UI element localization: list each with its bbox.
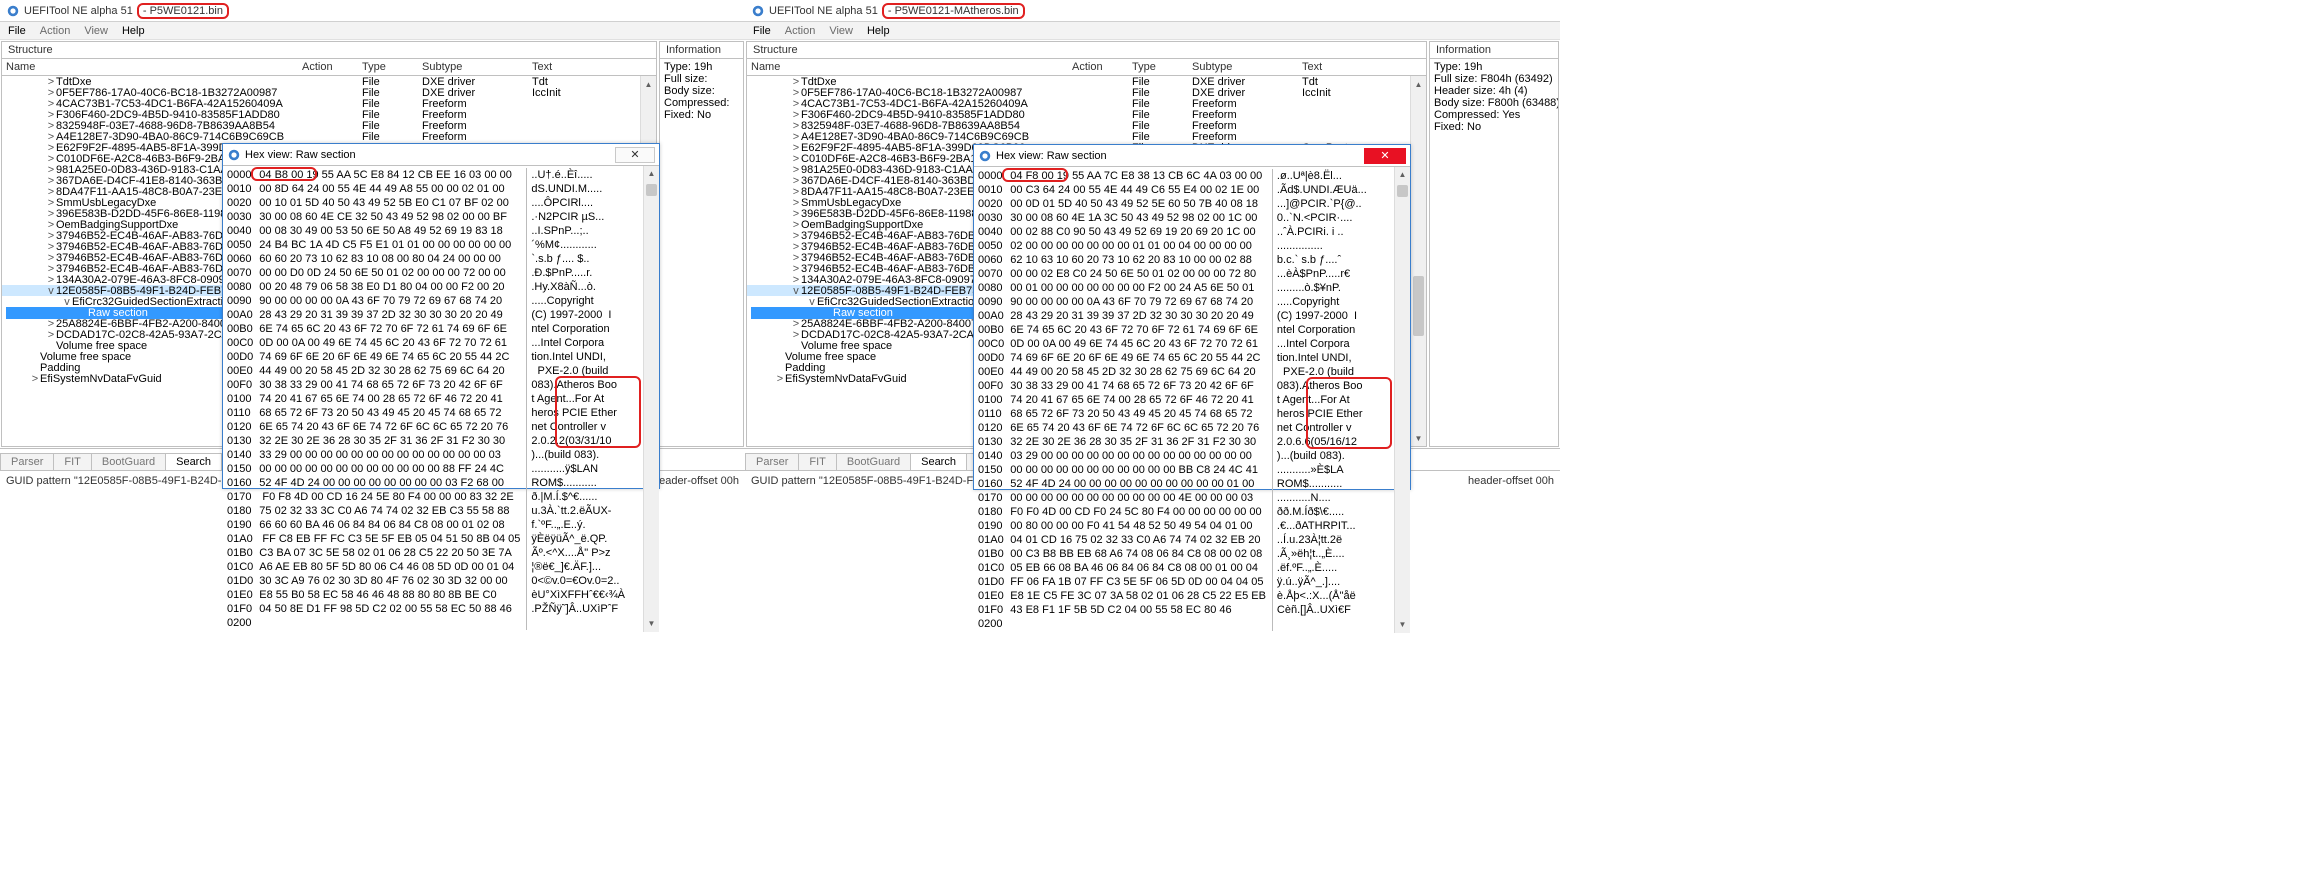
scroll-thumb[interactable]	[1413, 276, 1424, 336]
col-name[interactable]: Name	[6, 61, 302, 73]
hex-bytes[interactable]: 04 B8 00 19 55 AA 5C E8 84 12 CB EE 16 0…	[253, 168, 526, 630]
tree-row[interactable]: >F306F460-2DC9-4B5D-9410-83585F1ADD80Fil…	[2, 109, 656, 120]
info-header: Information	[1430, 42, 1558, 59]
menu-view[interactable]: View	[829, 25, 853, 37]
hex-scrollbar[interactable]: ▲ ▼	[1394, 167, 1410, 633]
scroll-down-icon[interactable]: ▼	[644, 616, 659, 632]
scroll-up-icon[interactable]: ▲	[641, 76, 656, 92]
scroll-thumb[interactable]	[646, 184, 657, 196]
titlebar[interactable]: UEFITool NE alpha 51 - P5WE0121-MAtheros…	[745, 0, 1560, 22]
tab-parser[interactable]: Parser	[0, 453, 54, 470]
title-file: - P5WE0121-MAtheros.bin	[882, 3, 1025, 19]
app-icon	[6, 4, 20, 18]
hex-offsets: 0000 0010 0020 0030 0040 0050 0060 0070 …	[978, 169, 1004, 631]
hex-title: Hex view: Raw section	[996, 150, 1107, 162]
titlebar[interactable]: UEFITool NE alpha 51 - P5WE0121.bin	[0, 0, 745, 22]
menu-action[interactable]: Action	[785, 25, 816, 37]
hex-body[interactable]: 0000 0010 0020 0030 0040 0050 0060 0070 …	[974, 167, 1410, 633]
menu-action[interactable]: Action	[40, 25, 71, 37]
hex-highlight-bytes	[251, 167, 317, 181]
menu-file[interactable]: File	[753, 25, 771, 37]
col-action[interactable]: Action	[302, 61, 362, 73]
close-icon[interactable]: ✕	[615, 147, 655, 163]
hex-highlight-ascii	[555, 376, 641, 448]
menu-help[interactable]: Help	[122, 25, 145, 37]
tree-row[interactable]: >TdtDxeFileDXE driverTdt	[747, 76, 1426, 87]
col-type[interactable]: Type	[362, 61, 422, 73]
tab-parser[interactable]: Parser	[745, 453, 799, 470]
hex-icon	[227, 148, 241, 162]
title-prefix: UEFITool NE alpha 51	[769, 5, 878, 17]
info-panel: Information Type: 19h Full size: Body si…	[659, 41, 744, 447]
hex-body[interactable]: 0000 0010 0020 0030 0040 0050 0060 0070 …	[223, 166, 659, 632]
hex-offsets: 0000 0010 0020 0030 0040 0050 0060 0070 …	[227, 168, 253, 630]
tree-row[interactable]: >TdtDxeFileDXE driverTdt	[2, 76, 656, 87]
menu-help[interactable]: Help	[867, 25, 890, 37]
structure-header: Structure	[2, 42, 656, 59]
info-panel: Information Type: 19h Full size: F804h (…	[1429, 41, 1559, 447]
tab-bootguard[interactable]: BootGuard	[836, 453, 911, 470]
title-file: - P5WE0121.bin	[137, 3, 229, 19]
hex-title: Hex view: Raw section	[245, 149, 356, 161]
menubar: File Action View Help	[0, 22, 745, 40]
col-text[interactable]: Text	[1302, 61, 1422, 73]
hex-scrollbar[interactable]: ▲ ▼	[643, 166, 659, 632]
info-header: Information	[660, 42, 743, 59]
tree-row[interactable]: >8325948F-03E7-4688-96D8-7B8639AA8B54Fil…	[747, 120, 1426, 131]
tree-row[interactable]: >A4E128E7-3D90-4BA0-86C9-714C6B9C69CBFil…	[2, 131, 656, 142]
tree-header: Name Action Type Subtype Text	[2, 59, 656, 76]
tree-header: Name Action Type Subtype Text	[747, 59, 1426, 76]
info-body: Type: 19h Full size: F804h (63492) Heade…	[1430, 59, 1558, 135]
col-action[interactable]: Action	[1072, 61, 1132, 73]
scroll-up-icon[interactable]: ▲	[644, 166, 659, 182]
info-body: Type: 19h Full size: Body size: Compress…	[660, 59, 743, 123]
scroll-up-icon[interactable]: ▲	[1395, 167, 1410, 183]
status-right: header-offset 00h	[1468, 475, 1554, 487]
tree-row[interactable]: >0F5EF786-17A0-40C6-BC18-1B3272A00987Fil…	[2, 87, 656, 98]
tree-row[interactable]: >0F5EF786-17A0-40C6-BC18-1B3272A00987Fil…	[747, 87, 1426, 98]
tree-row[interactable]: >4CAC73B1-7C53-4DC1-B6FA-42A15260409AFil…	[2, 98, 656, 109]
hex-window-right[interactable]: Hex view: Raw section ✕ 0000 0010 0020 0…	[973, 144, 1411, 490]
structure-header: Structure	[747, 42, 1426, 59]
hex-highlight-ascii	[1306, 377, 1392, 449]
scroll-thumb[interactable]	[1397, 185, 1408, 197]
col-text[interactable]: Text	[532, 61, 652, 73]
tree-row[interactable]: >F306F460-2DC9-4B5D-9410-83585F1ADD80Fil…	[747, 109, 1426, 120]
tab-search[interactable]: Search	[910, 453, 967, 470]
menu-file[interactable]: File	[8, 25, 26, 37]
status-right: header-offset 00h	[653, 475, 739, 487]
scroll-down-icon[interactable]: ▼	[1395, 617, 1410, 633]
app-icon	[751, 4, 765, 18]
hex-titlebar[interactable]: Hex view: Raw section ✕	[974, 145, 1410, 167]
tree-row[interactable]: >8325948F-03E7-4688-96D8-7B8639AA8B54Fil…	[2, 120, 656, 131]
hex-icon	[978, 149, 992, 163]
tab-bootguard[interactable]: BootGuard	[91, 453, 166, 470]
scroll-down-icon[interactable]: ▼	[1411, 430, 1426, 446]
scroll-up-icon[interactable]: ▲	[1411, 76, 1426, 92]
col-subtype[interactable]: Subtype	[422, 61, 532, 73]
col-type[interactable]: Type	[1132, 61, 1192, 73]
tab-search[interactable]: Search	[165, 453, 222, 470]
tab-fit[interactable]: FIT	[798, 453, 837, 470]
tree-row[interactable]: >A4E128E7-3D90-4BA0-86C9-714C6B9C69CBFil…	[747, 131, 1426, 142]
menu-view[interactable]: View	[84, 25, 108, 37]
col-name[interactable]: Name	[751, 61, 1072, 73]
menubar: File Action View Help	[745, 22, 1560, 40]
hex-titlebar[interactable]: Hex view: Raw section ✕	[223, 144, 659, 166]
title-prefix: UEFITool NE alpha 51	[24, 5, 133, 17]
tab-fit[interactable]: FIT	[53, 453, 92, 470]
scrollbar-v[interactable]: ▲ ▼	[1410, 76, 1426, 446]
tree-row[interactable]: >4CAC73B1-7C53-4DC1-B6FA-42A15260409AFil…	[747, 98, 1426, 109]
hex-window-left[interactable]: Hex view: Raw section ✕ 0000 0010 0020 0…	[222, 143, 660, 489]
hex-bytes[interactable]: 04 F8 00 19 55 AA 7C E8 38 13 CB 6C 4A 0…	[1004, 169, 1272, 631]
hex-highlight-bytes	[1002, 168, 1068, 182]
col-subtype[interactable]: Subtype	[1192, 61, 1302, 73]
close-icon[interactable]: ✕	[1364, 148, 1406, 164]
